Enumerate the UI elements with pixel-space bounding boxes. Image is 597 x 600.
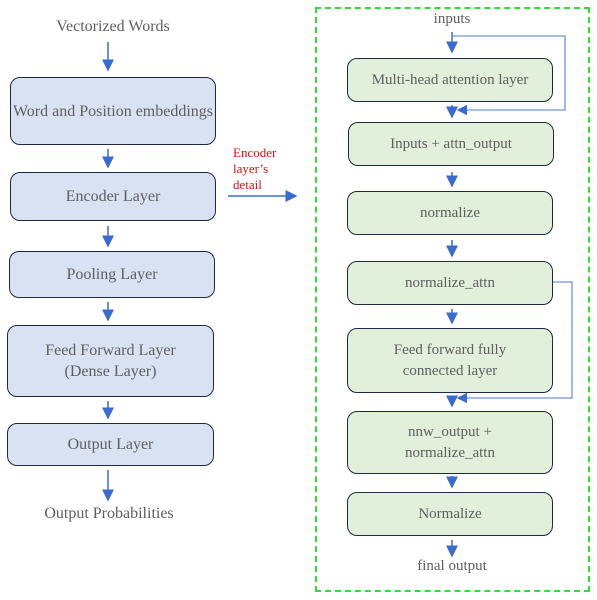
pooling-layer-box: Pooling Layer [9,251,215,298]
encoder-layer-box: Encoder Layer [10,172,216,221]
final-output-label: final output [417,558,487,574]
output-layer-box: Output Layer [7,423,214,466]
word-position-embeddings-box: Word and Position embeddings [10,77,216,145]
normalize-final-box: Normalize [347,492,553,536]
output-label: Output Probabilities [44,505,174,522]
multi-head-attention-box: Multi-head attention layer [347,58,553,102]
input-label: Vectorized Words [56,18,170,35]
normalize-attn-box: normalize_attn [347,261,553,305]
diagram: Vectorized Words Word and Position embed… [0,0,597,600]
normalize-box: normalize [347,191,553,235]
feed-forward-fc-box: Feed forward fully connected layer [347,328,553,393]
inputs-attn-output-box: Inputs + attn_output [348,122,554,166]
inputs-label: inputs [433,11,471,27]
feed-forward-layer-box: Feed Forward Layer (Dense Layer) [7,325,214,397]
encoder-detail-label: Encoder layer’s detail [233,145,277,192]
nnw-output-box: nnw_output + normalize_attn [347,411,553,474]
